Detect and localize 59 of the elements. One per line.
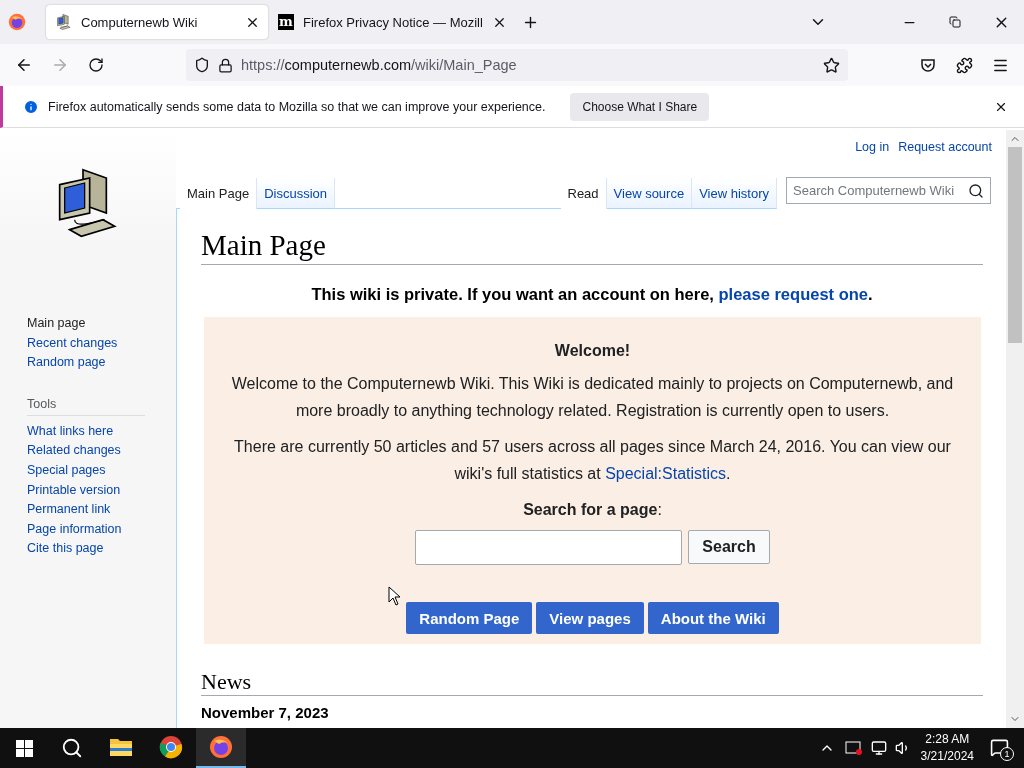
- sidebar-link[interactable]: What links here: [27, 421, 114, 442]
- sidebar-link[interactable]: Cite this page: [27, 539, 104, 559]
- windows-icon[interactable]: [15, 739, 33, 757]
- sidebar-link[interactable]: Permanent link: [27, 500, 111, 520]
- news-heading: News: [201, 669, 983, 696]
- page-tab[interactable]: Discussion: [257, 178, 335, 209]
- firefox-icon[interactable]: [8, 13, 26, 31]
- monitor-icon[interactable]: [870, 740, 887, 756]
- tools-heading: Tools: [27, 396, 145, 416]
- wiki-search-field[interactable]: Search Computernewb Wiki: [786, 177, 991, 204]
- bookmark-star-icon[interactable]: [823, 56, 840, 74]
- sidebar-link[interactable]: Main page: [27, 314, 86, 334]
- lock-icon[interactable]: [218, 57, 233, 73]
- sidebar-link[interactable]: Printable version: [27, 480, 121, 501]
- favicon-icon: [56, 14, 72, 30]
- firefox-icon[interactable]: [209, 735, 233, 759]
- favicon-icon: m: [278, 14, 294, 30]
- search-button[interactable]: Search: [688, 530, 770, 564]
- page-search-field[interactable]: [415, 530, 683, 565]
- personal-link[interactable]: Log in: [855, 140, 890, 156]
- mouse-cursor-icon: [388, 586, 401, 606]
- search-icon[interactable]: [61, 737, 83, 759]
- private-notice: This wiki is private. If you want an account on here, please request one.: [310, 285, 874, 304]
- shield-icon[interactable]: [194, 57, 210, 73]
- taskbar-app[interactable]: [196, 728, 246, 768]
- sidebar-link[interactable]: Related changes: [27, 441, 121, 461]
- request-link[interactable]: please request one: [718, 285, 868, 303]
- search-icon[interactable]: [968, 182, 984, 199]
- choose-what-i-share-button[interactable]: Choose What I Share: [570, 92, 710, 121]
- welcome-paragraph: Welcome to the Computernewb Wiki. This Wiki is dedicated mainly to projects on Computernewb, and more broadly to anything technology related. Registration is currently open to users.: [230, 374, 955, 421]
- browser-tab[interactable]: m Firefox Privacy Notice — Mozill: [268, 5, 515, 39]
- reload-icon[interactable]: [88, 57, 104, 73]
- url-field[interactable]: https://computernewb.com/wiki/Main_Page: [186, 49, 848, 81]
- page-tab[interactable]: View source: [606, 178, 693, 209]
- clock[interactable]: 2:28 AM 3/21/2024: [920, 731, 974, 765]
- sidebar-link[interactable]: Special pages: [27, 460, 106, 481]
- sidebar-link[interactable]: Random page: [27, 353, 106, 373]
- search-label: Search for a page:: [522, 500, 663, 520]
- sidebar-link[interactable]: Recent changes: [27, 333, 118, 354]
- info-icon: [23, 98, 39, 115]
- action-button[interactable]: Random Page: [406, 602, 533, 634]
- network-icon[interactable]: [844, 740, 863, 756]
- chrome-icon[interactable]: [159, 735, 183, 759]
- welcome-heading: Welcome!: [553, 341, 632, 361]
- page-tab[interactable]: View history: [692, 178, 777, 209]
- statistics-paragraph: There are currently 50 articles and 57 users across all pages since March 24, 2016. You can view our wiki's full statistics at Special:Statistics.: [233, 437, 952, 484]
- puzzle-icon[interactable]: [955, 56, 973, 74]
- browser-tab[interactable]: Computernewb Wiki: [46, 5, 268, 39]
- pocket-icon[interactable]: [920, 57, 936, 73]
- notification-text: Firefox automatically sends some data to Mozilla so that we can improve your experience.: [48, 99, 546, 114]
- back-icon[interactable]: [15, 56, 33, 74]
- folder-icon[interactable]: [109, 737, 133, 757]
- personal-link[interactable]: Request account: [898, 140, 992, 156]
- restore-icon[interactable]: [949, 16, 961, 28]
- news-date: November 7, 2023: [201, 704, 330, 721]
- action-button[interactable]: View pages: [536, 602, 644, 634]
- sidebar-link[interactable]: Page information: [27, 519, 122, 540]
- action-button[interactable]: About the Wiki: [647, 602, 779, 634]
- page-title: Main Page: [201, 229, 983, 265]
